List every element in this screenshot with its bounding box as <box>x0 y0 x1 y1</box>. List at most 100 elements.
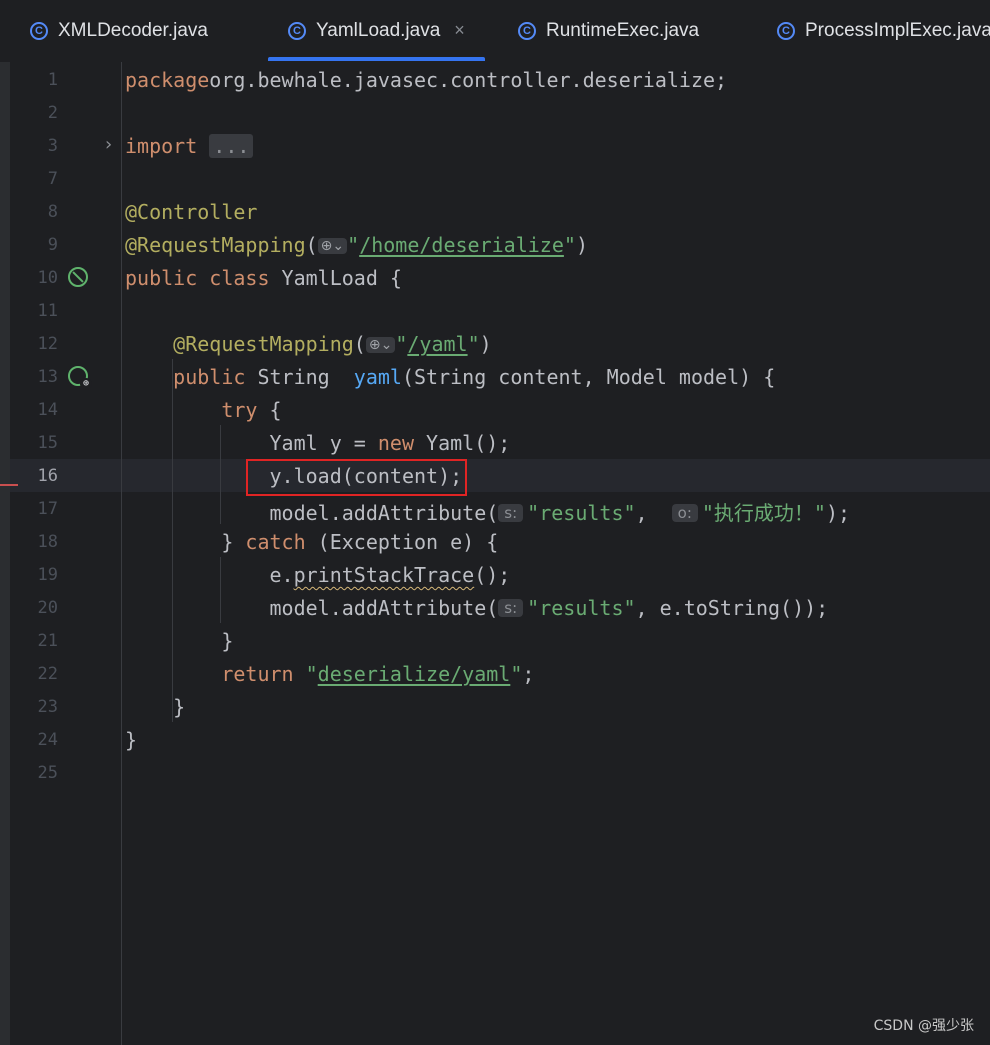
code-token: deserialize/yaml <box>317 662 511 686</box>
code-editor[interactable]: 1 packageorg.bewhale.javasec.controller.d… <box>0 62 990 1045</box>
code-text[interactable]: public String yaml(String content, Model… <box>125 365 775 389</box>
request-mapping-globe-icon[interactable]: ⊕ <box>68 366 92 390</box>
code-token: { <box>257 398 282 422</box>
globe-badge-icon: ⊕ <box>80 378 92 390</box>
line-number[interactable]: 21 <box>10 631 58 651</box>
endpoint-globe-icon[interactable]: ⊕⌄ <box>365 337 396 353</box>
code-token: return <box>221 662 294 686</box>
code-line[interactable]: 1 packageorg.bewhale.javasec.controller.d… <box>10 64 990 97</box>
line-number[interactable]: 14 <box>10 400 58 420</box>
code-line[interactable]: 12 @RequestMapping(⊕⌄ "/yaml") <box>10 328 990 361</box>
parameter-hint: s: <box>498 599 524 617</box>
code-line[interactable]: 19 e.printStackTrace(); <box>10 559 990 592</box>
code-text[interactable]: @Controller <box>125 200 257 224</box>
code-token: Yaml(); <box>414 431 511 455</box>
code-line[interactable]: 13 ⊕ public String yaml(String content, M… <box>10 361 990 394</box>
line-number[interactable]: 20 <box>10 598 58 618</box>
endpoint-globe-icon[interactable]: ⊕⌄ <box>317 238 348 254</box>
code-token: (); <box>474 563 511 587</box>
code-line[interactable]: 24} <box>10 724 990 757</box>
line-number[interactable]: 10 <box>10 268 58 288</box>
code-text[interactable]: Yaml y = new Yaml(); <box>125 431 510 455</box>
code-line[interactable]: 10 public class YamlLoad { <box>10 262 990 295</box>
code-line[interactable]: 8 @Controller <box>10 196 990 229</box>
code-token: ; <box>522 662 535 686</box>
code-text[interactable]: model.addAttribute(s: "results", o: "执行成功！… <box>125 497 850 526</box>
code-token: ) <box>575 233 588 257</box>
code-line[interactable]: 23 } <box>10 691 990 724</box>
code-line[interactable]: 9 @RequestMapping(⊕⌄ "/home/deserialize") <box>10 229 990 262</box>
line-number[interactable]: 25 <box>10 763 58 783</box>
code-line[interactable]: 25 <box>10 757 990 790</box>
code-token: " <box>467 332 480 356</box>
code-line[interactable]: 11 <box>10 295 990 328</box>
tab-yamlload[interactable]: C YamlLoad.java × <box>268 0 485 61</box>
tab-runtimeexec[interactable]: C RuntimeExec.java <box>518 0 699 61</box>
code-text[interactable]: return "deserialize/yaml"; <box>125 662 534 686</box>
line-number[interactable]: 9 <box>10 235 58 255</box>
line-number[interactable]: 1 <box>10 70 58 90</box>
code-line[interactable]: 14 try { <box>10 394 990 427</box>
line-number[interactable]: 23 <box>10 697 58 717</box>
code-token: (String content, Model model) { <box>401 365 776 389</box>
line-number[interactable]: 13 <box>10 367 58 387</box>
code-text[interactable]: import ... <box>125 134 254 158</box>
code-line[interactable]: 15 Yaml y = new Yaml(); <box>10 427 990 460</box>
line-number[interactable]: 17 <box>10 499 58 519</box>
line-number[interactable]: 22 <box>10 664 58 684</box>
line-number[interactable]: 3 <box>10 136 58 156</box>
line-number[interactable]: 18 <box>10 532 58 552</box>
fold-chevron-icon[interactable]: › <box>105 134 112 155</box>
code-text[interactable]: } catch (Exception e) { <box>125 530 498 554</box>
code-token: YamlLoad { <box>269 266 402 290</box>
line-number[interactable]: 12 <box>10 334 58 354</box>
spring-bean-icon[interactable] <box>68 267 88 287</box>
class-icon: C <box>30 21 48 40</box>
code-token: String <box>245 365 354 389</box>
line-number[interactable]: 11 <box>10 301 58 321</box>
code-text[interactable]: e.printStackTrace(); <box>125 563 510 587</box>
code-line[interactable]: 3 › import ... <box>10 130 990 163</box>
line-number[interactable]: 24 <box>10 730 58 750</box>
code-line[interactable]: 20 model.addAttribute(s: "results", e.toS… <box>10 592 990 625</box>
tab-processimplexec[interactable]: C ProcessImplExec.java <box>777 0 990 61</box>
code-text[interactable]: } <box>125 695 185 719</box>
code-text[interactable]: @RequestMapping(⊕⌄ "/home/deserialize") <box>125 233 588 257</box>
code-token: " <box>347 233 360 257</box>
code-line[interactable]: 7 <box>10 163 990 196</box>
code-line[interactable]: 21 } <box>10 625 990 658</box>
line-number[interactable]: 2 <box>10 103 58 123</box>
parameter-hint: s: <box>498 504 524 522</box>
line-number[interactable]: 7 <box>10 169 58 189</box>
code-line[interactable]: 16 y.load(content); <box>10 460 990 493</box>
code-text[interactable]: } <box>125 728 137 752</box>
tab-xmldecoder[interactable]: C XMLDecoder.java <box>30 0 208 61</box>
code-line[interactable]: 22 return "deserialize/yaml"; <box>10 658 990 691</box>
folded-imports[interactable]: ... <box>209 134 254 158</box>
code-text[interactable]: @RequestMapping(⊕⌄ "/yaml") <box>125 332 492 356</box>
code-text[interactable]: } <box>125 629 233 653</box>
code-line[interactable]: 2 <box>10 97 990 130</box>
code-text[interactable]: public class YamlLoad { <box>125 266 402 290</box>
line-number[interactable]: 16 <box>10 466 58 486</box>
code-token: (Exception e) { <box>305 530 499 554</box>
code-token: org.bewhale.javasec.controller.deseriali… <box>209 68 728 92</box>
code-line[interactable]: 18 } catch (Exception e) { <box>10 526 990 559</box>
code-text[interactable]: packageorg.bewhale.javasec.controller.de… <box>125 68 727 92</box>
line-number[interactable]: 19 <box>10 565 58 585</box>
code-token: " <box>563 233 576 257</box>
code-token: model.addAttribute( <box>125 596 499 620</box>
code-line[interactable]: 17 model.addAttribute(s: "results", o: "执行… <box>10 493 990 526</box>
close-icon[interactable]: × <box>454 20 465 41</box>
code-text[interactable]: try { <box>125 398 282 422</box>
code-token: ); <box>825 501 851 525</box>
watermark: CSDN @强少张 <box>873 1018 974 1034</box>
line-number[interactable]: 15 <box>10 433 58 453</box>
code-token: ) <box>479 332 492 356</box>
code-text[interactable]: model.addAttribute(s: "results", e.toStri… <box>125 596 828 620</box>
editor-tab-bar: C XMLDecoder.java C YamlLoad.java × C Ru… <box>0 0 990 63</box>
line-number[interactable]: 8 <box>10 202 58 222</box>
